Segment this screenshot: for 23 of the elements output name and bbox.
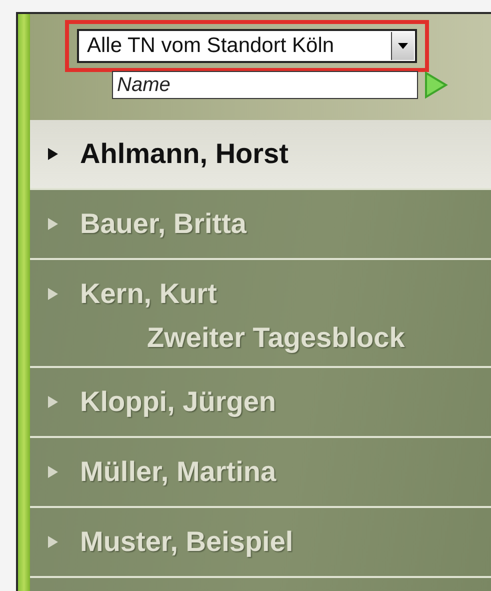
expand-arrow-icon [48, 396, 58, 408]
dropdown-button[interactable] [391, 32, 414, 60]
expand-arrow-icon [48, 288, 58, 300]
person-name: Bauer, Britta [80, 208, 246, 240]
expand-arrow-icon [48, 148, 58, 160]
session-label: Zweiter Tagesblock [147, 322, 406, 354]
person-row[interactable]: Kloppi, Jürgen [30, 368, 491, 438]
expand-arrow-icon [48, 218, 58, 230]
person-row[interactable]: Kern, Kurt Zweiter Tagesblock [30, 260, 491, 368]
expand-arrow-icon [48, 536, 58, 548]
person-row[interactable]: Müller, Martina [30, 438, 491, 508]
person-name: Ahlmann, Horst [80, 138, 288, 170]
name-field[interactable]: Name [112, 71, 418, 99]
person-name: Müller, Martina [80, 456, 276, 488]
location-dropdown[interactable]: Alle TN vom Standort Köln [77, 29, 417, 63]
person-row[interactable]: Ahlmann, Horst [30, 120, 491, 190]
person-row[interactable]: Bauer, Britta [30, 190, 491, 260]
person-name: Kern, Kurt [80, 278, 217, 310]
person-name: Muster, Beispiel [80, 526, 294, 558]
caret-icon [398, 43, 408, 49]
person-row[interactable]: Muster, Beispiel [30, 508, 491, 578]
person-name: Kloppi, Jürgen [80, 386, 276, 418]
expand-arrow-icon [48, 466, 58, 478]
